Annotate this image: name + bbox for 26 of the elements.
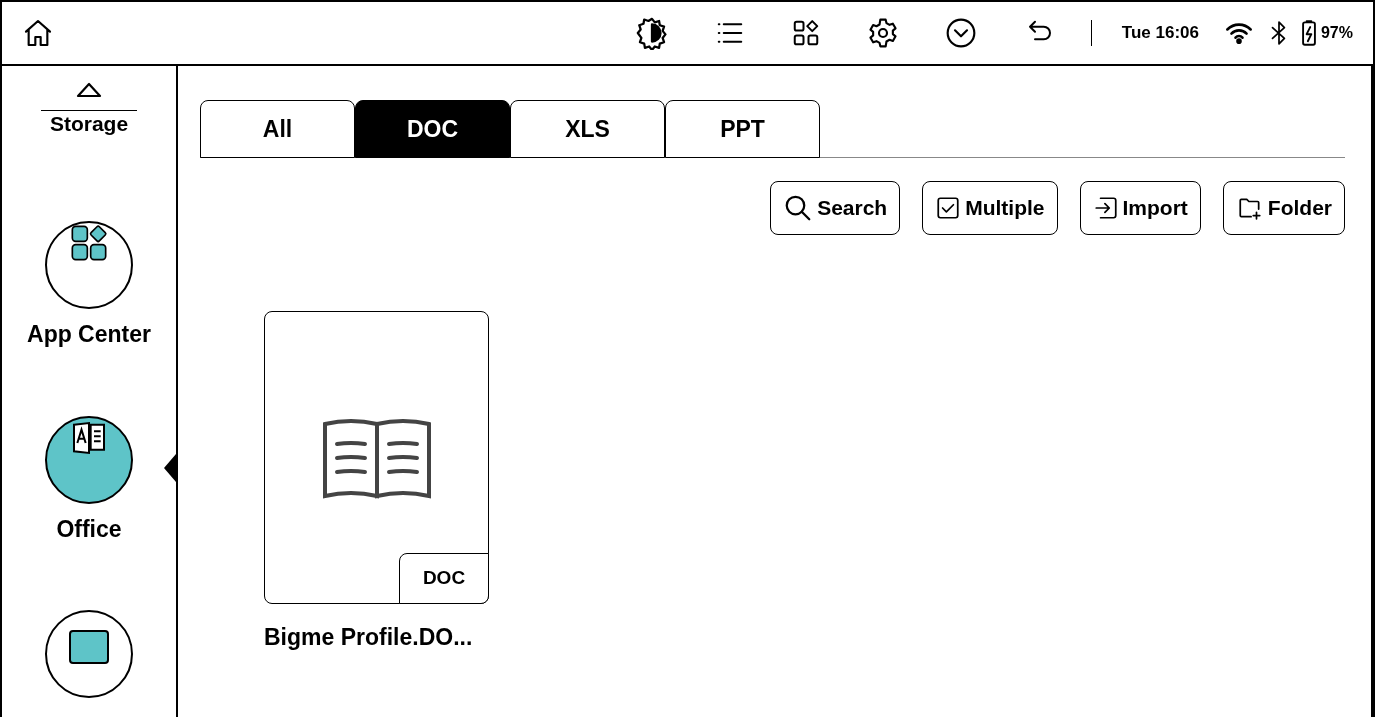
- battery-charging-icon: [1300, 20, 1317, 46]
- apps-icon: [69, 223, 109, 264]
- sidebar-item[interactable]: Storage: [49, 111, 129, 138]
- tab[interactable]: PPT: [665, 100, 820, 158]
- toolbar-button[interactable]: Search: [770, 181, 901, 235]
- toolbar-button[interactable]: Folder: [1222, 181, 1345, 235]
- sidebar-item[interactable]: Office: [56, 511, 122, 547]
- settings-icon[interactable]: [866, 17, 899, 49]
- app-icon: [69, 630, 109, 665]
- toolbar-button[interactable]: Import: [1079, 181, 1201, 235]
- wifi-icon: [1224, 21, 1253, 45]
- toolbar-button[interactable]: Multiple: [922, 181, 1058, 235]
- checkbox-icon: [935, 195, 962, 221]
- chevron-down-icon[interactable]: [944, 17, 977, 49]
- sidebar-item[interactable]: App Center: [27, 317, 151, 352]
- battery-level: 97%: [1320, 23, 1353, 43]
- tab[interactable]: DOC: [355, 100, 510, 158]
- tab[interactable]: XLS: [510, 100, 665, 158]
- tab[interactable]: All: [200, 100, 355, 158]
- contrast-icon[interactable]: [634, 16, 669, 50]
- collapse-arrow-icon[interactable]: [76, 82, 102, 98]
- file-type-tag: DOC: [399, 553, 489, 604]
- file-thumbnail[interactable]: DOC: [264, 311, 489, 604]
- home-icon[interactable]: [22, 17, 54, 49]
- file-name[interactable]: Bigme Profile.DO...: [264, 620, 489, 655]
- clock-time: Tue 16:06: [1121, 22, 1199, 45]
